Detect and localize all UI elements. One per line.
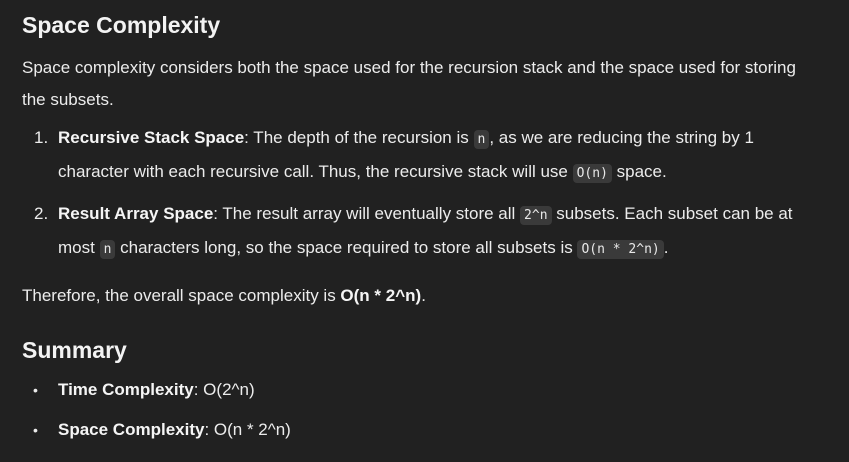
inline-code: O(n * 2^n) <box>577 240 664 259</box>
summary-heading: Summary <box>22 337 127 363</box>
bullet-marker: • <box>33 382 38 398</box>
conclusion-text: . <box>421 286 426 305</box>
list-item-recursive-stack: 1. Recursive Stack Space: The depth of t… <box>22 122 822 190</box>
conclusion-value: O(n * 2^n) <box>340 286 422 305</box>
conclusion-text: Therefore, the overall space complexity … <box>22 286 341 305</box>
summary-item-time: • Time Complexity: O(2^n) <box>22 374 822 406</box>
space-complexity-list: 1. Recursive Stack Space: The depth of t… <box>22 122 822 266</box>
summary-label: Space Complexity <box>58 420 205 439</box>
item-text: : The result array will eventually store… <box>213 204 521 223</box>
bullet-marker: • <box>33 422 38 438</box>
space-complexity-heading: Space Complexity <box>22 12 221 38</box>
inline-code: O(n) <box>572 164 612 183</box>
item-title: Result Array Space <box>58 204 214 223</box>
summary-list: • Time Complexity: O(2^n) • Space Comple… <box>22 374 822 446</box>
item-text: space. <box>611 162 667 181</box>
list-marker: 1. <box>34 128 49 147</box>
inline-code: n <box>473 130 490 149</box>
item-text: . <box>663 238 669 257</box>
space-complexity-conclusion: Therefore, the overall space complexity … <box>22 280 426 312</box>
list-marker: 2. <box>34 204 49 223</box>
item-text: characters long, so the space required t… <box>115 238 578 257</box>
summary-value: : O(n * 2^n) <box>204 420 291 439</box>
inline-code: n <box>99 240 116 259</box>
inline-code: 2^n <box>520 206 552 225</box>
item-title: Recursive Stack Space <box>58 128 245 147</box>
item-text: : The depth of the recursion is <box>244 128 474 147</box>
list-item-result-array: 2. Result Array Space: The result array … <box>22 198 822 266</box>
summary-value: : O(2^n) <box>193 380 255 399</box>
summary-label: Time Complexity <box>58 380 194 399</box>
summary-item-space: • Space Complexity: O(n * 2^n) <box>22 414 822 446</box>
space-complexity-intro: Space complexity considers both the spac… <box>22 58 796 109</box>
